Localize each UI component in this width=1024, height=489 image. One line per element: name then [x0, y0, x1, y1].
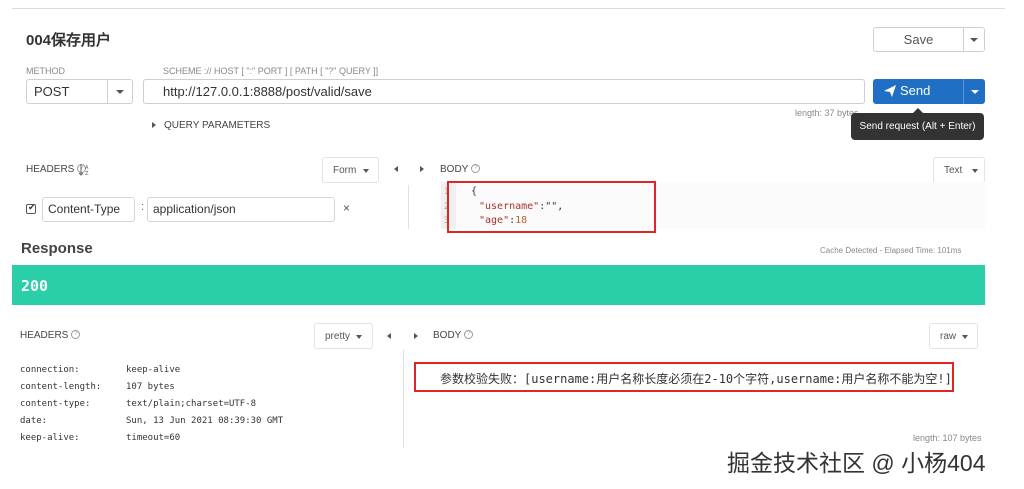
headers-label: HEADERS	[26, 164, 75, 175]
response-header-key: keep-alive:	[20, 433, 80, 443]
body-section: BODY?	[440, 164, 481, 175]
body-format-select[interactable]: Text	[933, 157, 985, 183]
response-header-value: 107 bytes	[126, 382, 175, 392]
response-body-format-select[interactable]: raw	[929, 323, 978, 349]
response-header-key: connection:	[20, 365, 80, 375]
response-header-key: content-length:	[20, 382, 102, 392]
svg-text:Z: Z	[85, 171, 89, 176]
body-label: BODY	[440, 164, 469, 175]
url-format-label: SCHEME :// HOST [ ":" PORT ] [ PATH [ "?…	[163, 66, 379, 76]
response-title: Response	[21, 240, 93, 257]
highlight-box	[447, 181, 656, 233]
response-body-text: 参数校验失败：[username:用户名称长度必须在2-10个字符,userna…	[440, 372, 952, 386]
url-value: http://127.0.0.1:8888/post/valid/save	[163, 84, 372, 99]
response-header-value: keep-alive	[126, 365, 181, 375]
response-body-label: BODY	[433, 330, 462, 341]
status-bar: 200	[12, 265, 985, 305]
send-label: Send	[900, 83, 931, 98]
headers-format-select[interactable]: Form	[322, 157, 379, 183]
chevron-down-icon	[116, 89, 124, 94]
url-input[interactable]: http://127.0.0.1:8888/post/valid/save	[143, 79, 865, 104]
response-header-key: content-type:	[20, 399, 91, 409]
save-options-button[interactable]	[963, 27, 985, 52]
send-button[interactable]: Send	[873, 79, 964, 104]
response-header-value: timeout=60	[126, 433, 181, 443]
chevron-down-icon	[970, 89, 979, 94]
sort-icon[interactable]: A Z	[78, 163, 90, 176]
header-separator: :	[141, 201, 145, 213]
check-icon: ✔	[28, 202, 36, 212]
response-header-value: Sun, 13 Jun 2021 08:39:30 GMT	[126, 416, 284, 426]
response-headers-format-value: pretty	[325, 331, 351, 342]
help-icon[interactable]: ?	[471, 164, 481, 173]
response-length: length: 107 bytes	[913, 433, 982, 443]
chevron-down-icon	[962, 335, 968, 339]
help-icon[interactable]: ?	[71, 330, 81, 339]
response-body-highlight: 参数校验失败：[username:用户名称长度必须在2-10个字符,userna…	[414, 362, 954, 392]
pane-divider	[403, 350, 404, 448]
response-body-format-value: raw	[940, 331, 957, 342]
top-divider	[12, 8, 1005, 9]
header-enabled-checkbox[interactable]: ✔	[26, 202, 36, 214]
body-format-value: Text	[944, 165, 963, 176]
status-code: 200	[21, 277, 49, 295]
request-title: 004保存用户	[26, 32, 112, 49]
method-label: METHOD	[26, 66, 65, 76]
response-headers-label: HEADERS	[20, 330, 69, 341]
request-length: length: 37 bytes	[795, 108, 859, 118]
header-key-input[interactable]: Content-Type	[42, 197, 135, 222]
chevron-down-icon	[970, 37, 978, 42]
method-dropdown-toggle[interactable]	[107, 80, 132, 103]
remove-header-icon[interactable]: ×	[343, 201, 350, 215]
save-button[interactable]: Save	[873, 27, 964, 52]
response-headers-section: HEADERS?	[20, 330, 81, 341]
send-options-button[interactable]	[963, 79, 985, 104]
expand-right-icon[interactable]	[414, 333, 418, 339]
response-body-section: BODY?	[433, 330, 474, 341]
chevron-down-icon	[363, 169, 369, 173]
expand-arrow-icon[interactable]	[152, 122, 156, 128]
query-parameters-toggle[interactable]: QUERY PARAMETERS	[164, 120, 270, 131]
method-value: POST	[34, 84, 70, 99]
chevron-down-icon	[972, 169, 978, 173]
chevron-down-icon	[356, 335, 362, 339]
elapsed-time: Cache Detected - Elapsed Time: 101ms	[820, 246, 962, 255]
paper-plane-icon	[884, 85, 896, 97]
expand-right-icon[interactable]	[420, 166, 424, 172]
method-select[interactable]: POST	[26, 79, 133, 104]
response-header-value: text/plain;charset=UTF-8	[126, 399, 257, 409]
response-header-key: date:	[20, 416, 48, 426]
pane-divider	[408, 185, 409, 229]
help-icon[interactable]: ?	[464, 330, 474, 339]
response-headers-format-select[interactable]: pretty	[314, 323, 373, 349]
send-tooltip: Send request (Alt + Enter)	[851, 113, 984, 140]
watermark: 掘金技术社区 @ 小杨404	[727, 450, 986, 476]
header-value-input[interactable]: application/json	[147, 197, 335, 222]
headers-format-value: Form	[333, 165, 357, 176]
collapse-left-icon[interactable]	[387, 333, 391, 339]
collapse-left-icon[interactable]	[394, 166, 398, 172]
